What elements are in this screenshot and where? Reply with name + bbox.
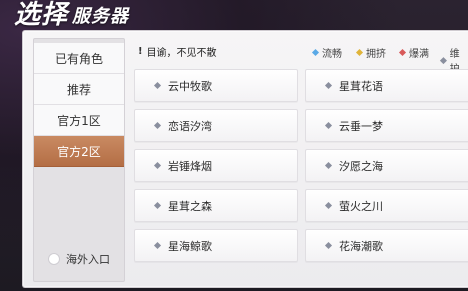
server-name: 云垂一梦 [339, 119, 383, 133]
status-dot-icon [324, 161, 333, 170]
server-name: 岩锤烽烟 [168, 159, 212, 173]
server-card[interactable]: 云中牧歌 [134, 69, 298, 102]
legend-label: 拥挤 [366, 49, 386, 60]
title-main: 选择 [14, 0, 69, 30]
status-dot-icon [153, 201, 162, 210]
legend-full: 爆满 [398, 45, 429, 60]
status-dot-icon [355, 48, 364, 57]
status-dot-icon [153, 161, 162, 170]
sidebar-item-label: 已有角色 [54, 51, 103, 66]
status-dot-icon [311, 48, 320, 57]
status-dot-icon [324, 81, 333, 90]
server-name: 云中牧歌 [168, 79, 212, 93]
radio-icon[interactable] [48, 253, 60, 265]
info-icon: ! [138, 46, 143, 57]
server-name: 花海潮歌 [339, 239, 383, 253]
sidebar-item-label: 官方2区 [57, 144, 101, 159]
sidebar-item-existing-characters[interactable]: 已有角色 [34, 43, 124, 74]
overseas-label: 海外入口 [66, 253, 110, 266]
server-name: 星海鲸歌 [168, 239, 212, 253]
server-name: 汐愿之海 [339, 159, 383, 173]
sidebar-item-official-1[interactable]: 官方1区 [34, 105, 124, 136]
title-sub: 服务器 [72, 6, 130, 27]
sidebar-item-recommended[interactable]: 推荐 [34, 74, 124, 105]
notice-text: 目谕，不见不散 [146, 48, 217, 59]
server-card[interactable]: 萤火之川 [305, 189, 468, 222]
server-card[interactable]: 星茸花语 [305, 69, 468, 102]
legend-label: 流畅 [322, 49, 342, 60]
server-name: 恋语汐湾 [168, 119, 212, 133]
sidebar-item-official-2[interactable]: 官方2区 [34, 136, 124, 167]
legend-smooth: 流畅 [311, 45, 342, 60]
status-dot-icon [153, 81, 162, 90]
server-card[interactable]: 恋语汐湾 [134, 109, 298, 142]
overseas-entry[interactable]: 海外入口 [48, 251, 110, 267]
status-dot-icon [324, 241, 333, 250]
server-card[interactable]: 汐愿之海 [305, 149, 468, 182]
status-dot-icon [153, 121, 162, 130]
status-dot-icon [324, 201, 333, 210]
legend-crowded: 拥挤 [355, 45, 386, 60]
page-title: 选择 服务器 [14, 0, 129, 30]
sidebar: 已有角色 推荐 官方1区 官方2区 [33, 38, 125, 282]
server-card[interactable]: 岩锤烽烟 [134, 149, 298, 182]
status-dot-icon [324, 121, 333, 130]
server-card[interactable]: 星海鲸歌 [134, 229, 298, 262]
server-name: 萤火之川 [339, 199, 383, 213]
server-name: 星茸之森 [168, 199, 212, 213]
status-dot-icon [398, 48, 407, 57]
server-card[interactable]: 云垂一梦 [305, 109, 468, 142]
legend-label: 爆满 [409, 49, 429, 60]
server-card[interactable]: 星茸之森 [134, 189, 298, 222]
sidebar-item-label: 官方1区 [57, 113, 101, 128]
status-dot-icon [153, 241, 162, 250]
notice: ! 目谕，不见不散 [138, 44, 217, 59]
status-dot-icon [439, 56, 447, 64]
server-name: 星茸花语 [339, 79, 383, 93]
server-card[interactable]: 花海潮歌 [305, 229, 468, 262]
sidebar-item-label: 推荐 [66, 82, 91, 97]
